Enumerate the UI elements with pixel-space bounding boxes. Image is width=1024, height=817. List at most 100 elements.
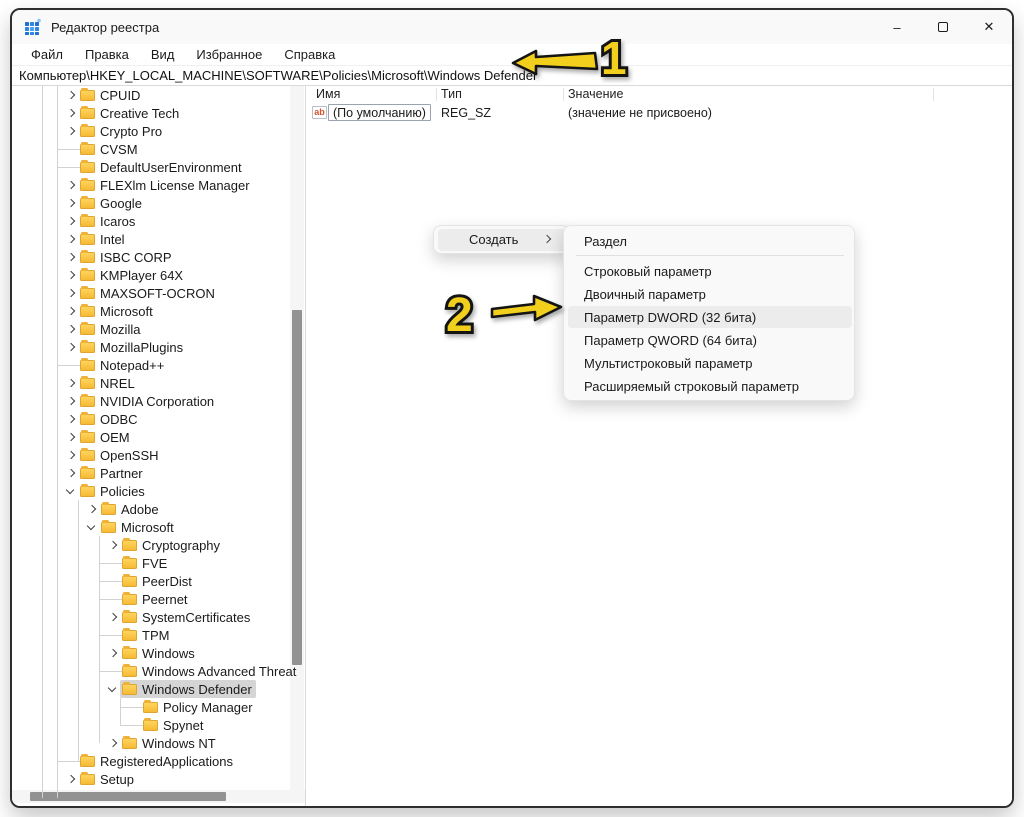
chevron-right-icon[interactable]: [66, 325, 76, 335]
column-header-3[interactable]: Значение: [568, 87, 623, 101]
tree-item[interactable]: FVE: [12, 554, 290, 572]
tree-item[interactable]: Policies: [12, 482, 290, 500]
tree-item-box[interactable]: DefaultUserEnvironment: [78, 158, 246, 176]
tree-item[interactable]: Notepad++: [12, 356, 290, 374]
tree-item-box[interactable]: FVE: [120, 554, 171, 572]
column-header-2[interactable]: Тип: [441, 87, 462, 101]
tree-item-box[interactable]: Setup: [78, 770, 138, 788]
chevron-right-icon[interactable]: [66, 271, 76, 281]
close-button[interactable]: ✕: [966, 10, 1012, 44]
tree-item[interactable]: Peernet: [12, 590, 290, 608]
tree-item-box[interactable]: NREL: [78, 374, 139, 392]
chevron-down-icon[interactable]: [66, 487, 76, 497]
tree-item[interactable]: Windows Defender: [12, 680, 290, 698]
tree-item[interactable]: OEM: [12, 428, 290, 446]
chevron-right-icon[interactable]: [66, 307, 76, 317]
submenu-item-1[interactable]: Раздел: [568, 230, 852, 252]
tree-item-box[interactable]: FLEXlm License Manager: [78, 176, 254, 194]
tree-item-box[interactable]: Crypto Pro: [78, 122, 166, 140]
tree-item[interactable]: FLEXlm License Manager: [12, 176, 290, 194]
chevron-right-icon[interactable]: [66, 235, 76, 245]
tree-item-box[interactable]: RegisteredApplications: [78, 752, 237, 770]
tree-item-box[interactable]: Google: [78, 194, 146, 212]
tree-item[interactable]: TPM: [12, 626, 290, 644]
tree-item-box[interactable]: Windows NT: [120, 734, 220, 752]
tree-item-box[interactable]: Microsoft: [99, 518, 178, 536]
chevron-right-icon[interactable]: [66, 397, 76, 407]
tree-horizontal-scrollbar[interactable]: [12, 790, 305, 803]
column-separator[interactable]: [436, 88, 437, 101]
tree-item[interactable]: Setup: [12, 770, 290, 788]
chevron-right-icon[interactable]: [66, 379, 76, 389]
chevron-right-icon[interactable]: [108, 541, 118, 551]
menubar-item-5[interactable]: Справка: [273, 44, 346, 66]
tree-item-box[interactable]: KMPlayer 64X: [78, 266, 187, 284]
chevron-down-icon[interactable]: [108, 685, 118, 695]
tree-item[interactable]: Microsoft: [12, 302, 290, 320]
tree-item-box[interactable]: PeerDist: [120, 572, 196, 590]
tree-item[interactable]: Policy Manager: [12, 698, 290, 716]
tree-item-box[interactable]: Intel: [78, 230, 129, 248]
column-header-1[interactable]: Имя: [316, 87, 340, 101]
tree-item[interactable]: Crypto Pro: [12, 122, 290, 140]
minimize-button[interactable]: –: [874, 10, 920, 44]
maximize-button[interactable]: [920, 10, 966, 44]
chevron-right-icon[interactable]: [66, 109, 76, 119]
tree-item-box[interactable]: Creative Tech: [78, 104, 183, 122]
tree-item[interactable]: MozillaPlugins: [12, 338, 290, 356]
tree-vertical-scrollbar[interactable]: [290, 86, 304, 798]
scrollbar-thumb[interactable]: [292, 310, 302, 665]
tree-item-box[interactable]: CVSM: [78, 140, 142, 158]
menubar-item-3[interactable]: Вид: [140, 44, 186, 66]
tree-item-box[interactable]: OEM: [78, 428, 134, 446]
tree-item[interactable]: Partner: [12, 464, 290, 482]
tree-item[interactable]: SystemCertificates: [12, 608, 290, 626]
chevron-right-icon[interactable]: [108, 739, 118, 749]
submenu-item-4[interactable]: Параметр DWORD (32 бита): [568, 306, 852, 328]
tree-item-box[interactable]: MAXSOFT-OCRON: [78, 284, 219, 302]
chevron-right-icon[interactable]: [66, 343, 76, 353]
tree-item-box[interactable]: NVIDIA Corporation: [78, 392, 218, 410]
tree-item[interactable]: KMPlayer 64X: [12, 266, 290, 284]
tree-item[interactable]: CPUID: [12, 86, 290, 104]
tree-item-box[interactable]: Policy Manager: [141, 698, 257, 716]
submenu-item-5[interactable]: Параметр QWORD (64 бита): [568, 329, 852, 351]
tree-item[interactable]: CVSM: [12, 140, 290, 158]
tree-item[interactable]: ODBC: [12, 410, 290, 428]
chevron-right-icon[interactable]: [66, 181, 76, 191]
tree-item[interactable]: Google: [12, 194, 290, 212]
chevron-right-icon[interactable]: [66, 451, 76, 461]
chevron-right-icon[interactable]: [66, 217, 76, 227]
tree-item[interactable]: Icaros: [12, 212, 290, 230]
column-separator[interactable]: [563, 88, 564, 101]
tree-item[interactable]: NREL: [12, 374, 290, 392]
tree-item[interactable]: DefaultUserEnvironment: [12, 158, 290, 176]
chevron-right-icon[interactable]: [66, 433, 76, 443]
tree-item[interactable]: Cryptography: [12, 536, 290, 554]
submenu-item-2[interactable]: Строковый параметр: [568, 260, 852, 282]
menubar-item-1[interactable]: Файл: [20, 44, 74, 66]
tree-item[interactable]: Mozilla: [12, 320, 290, 338]
menubar-item-4[interactable]: Избранное: [185, 44, 273, 66]
menubar-item-2[interactable]: Правка: [74, 44, 140, 66]
submenu-item-6[interactable]: Мультистроковый параметр: [568, 352, 852, 374]
tree-item-box[interactable]: Peernet: [120, 590, 192, 608]
chevron-right-icon[interactable]: [66, 469, 76, 479]
column-separator[interactable]: [933, 88, 934, 101]
tree-item[interactable]: MAXSOFT-OCRON: [12, 284, 290, 302]
tree-item[interactable]: OpenSSH: [12, 446, 290, 464]
submenu-item-7[interactable]: Расширяемый строковый параметр: [568, 375, 852, 397]
chevron-right-icon[interactable]: [66, 289, 76, 299]
tree-item-box[interactable]: Windows: [120, 644, 199, 662]
chevron-right-icon[interactable]: [66, 127, 76, 137]
tree-item[interactable]: RegisteredApplications: [12, 752, 290, 770]
chevron-right-icon[interactable]: [66, 253, 76, 263]
chevron-right-icon[interactable]: [66, 775, 76, 785]
tree-item-box[interactable]: Partner: [78, 464, 147, 482]
tree-item-box[interactable]: Spynet: [141, 716, 207, 734]
tree-item[interactable]: Microsoft: [12, 518, 290, 536]
chevron-right-icon[interactable]: [66, 415, 76, 425]
tree-item[interactable]: Spynet: [12, 716, 290, 734]
tree-item-box[interactable]: Windows Advanced Threat: [120, 662, 300, 680]
tree-item-box[interactable]: Adobe: [99, 500, 163, 518]
